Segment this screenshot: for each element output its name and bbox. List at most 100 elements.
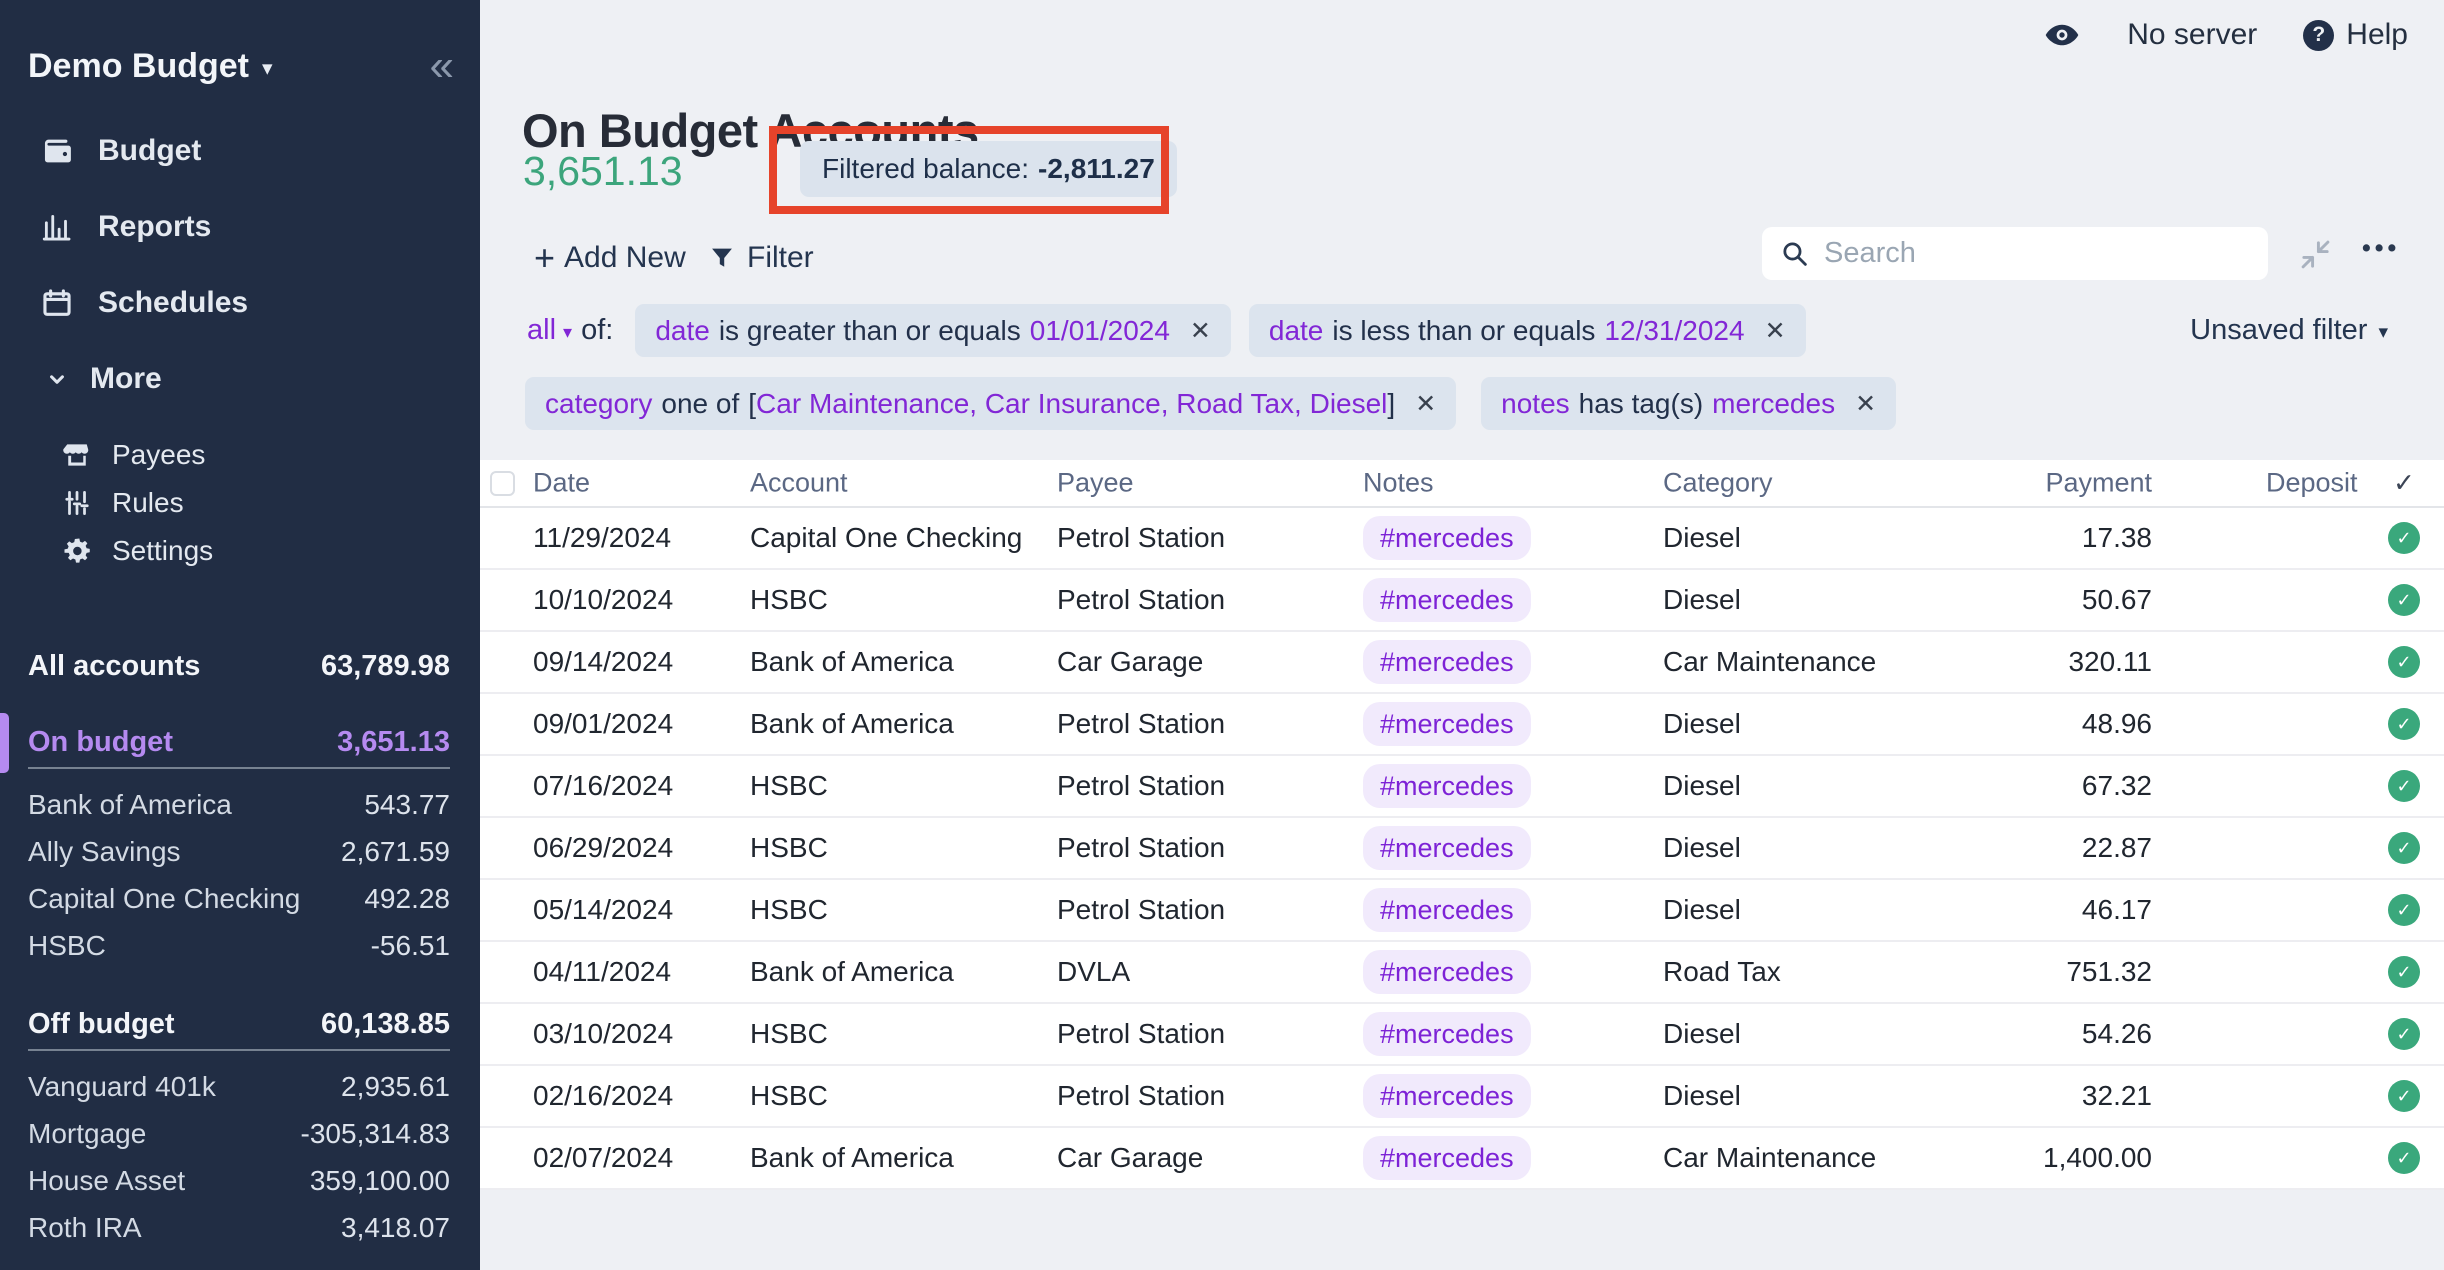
transaction-payment: 320.11 — [1860, 646, 2152, 678]
transaction-row[interactable]: 05/14/2024 HSBC Petrol Station #mercedes… — [480, 880, 2444, 942]
sidebar-item-settings[interactable]: Settings — [0, 528, 480, 574]
note-tag[interactable]: #mercedes — [1363, 888, 1531, 932]
transaction-row[interactable]: 02/07/2024 Bank of America Car Garage #m… — [480, 1128, 2444, 1190]
transaction-payee: Car Garage — [1057, 1142, 1203, 1174]
transaction-row[interactable]: 03/10/2024 HSBC Petrol Station #mercedes… — [480, 1004, 2444, 1066]
sidebar-item-budget[interactable]: Budget — [0, 128, 480, 174]
sidebar-account-item[interactable]: Roth IRA 3,418.07 — [0, 1204, 480, 1251]
sidebar-item-reports[interactable]: Reports — [0, 204, 480, 250]
collapse-transactions-icon[interactable] — [2298, 237, 2333, 272]
filter-condition-chip[interactable]: date is less than or equals 12/31/2024 ✕ — [1249, 304, 1806, 357]
filter-operator: one of — [661, 388, 739, 420]
remove-filter-icon[interactable]: ✕ — [1190, 316, 1211, 346]
sidebar-account-item[interactable]: HSBC -56.51 — [0, 922, 480, 969]
cleared-check-icon[interactable]: ✓ — [2388, 956, 2420, 988]
note-tag[interactable]: #mercedes — [1363, 764, 1531, 808]
off-budget-row[interactable]: Off budget 60,138.85 — [0, 1001, 480, 1047]
transaction-row[interactable]: 04/11/2024 Bank of America DVLA #mercede… — [480, 942, 2444, 1004]
transaction-row[interactable]: 09/01/2024 Bank of America Petrol Statio… — [480, 694, 2444, 756]
sidebar-account-item[interactable]: Capital One Checking 492.28 — [0, 875, 480, 922]
add-new-button[interactable]: + Add New — [534, 238, 686, 278]
transaction-category: Diesel — [1663, 522, 1741, 554]
filter-condition-chip[interactable]: category one of [Car Maintenance, Car In… — [525, 377, 1456, 430]
note-tag[interactable]: #mercedes — [1363, 826, 1531, 870]
cleared-check-icon[interactable]: ✓ — [2388, 1142, 2420, 1174]
server-status-button[interactable]: No server — [2127, 18, 2257, 52]
eye-icon — [2043, 16, 2081, 54]
transaction-row[interactable]: 10/10/2024 HSBC Petrol Station #mercedes… — [480, 570, 2444, 632]
remove-filter-icon[interactable]: ✕ — [1765, 316, 1786, 346]
chevron-down-icon: ▾ — [262, 52, 273, 81]
on-budget-row[interactable]: On budget 3,651.13 — [0, 719, 480, 765]
transaction-date: 07/16/2024 — [533, 770, 673, 802]
transaction-row[interactable]: 02/16/2024 HSBC Petrol Station #mercedes… — [480, 1066, 2444, 1128]
account-balance: 492.28 — [364, 883, 450, 915]
column-header-deposit: Deposit — [2266, 468, 2358, 499]
select-all-checkbox[interactable] — [490, 471, 515, 496]
note-tag[interactable]: #mercedes — [1363, 1074, 1531, 1118]
sidebar-item-payees[interactable]: Payees — [0, 432, 480, 478]
transaction-row[interactable]: 11/29/2024 Capital One Checking Petrol S… — [480, 508, 2444, 570]
unsaved-filter-dropdown[interactable]: Unsaved filter ▾ — [2190, 304, 2388, 357]
column-header-cleared: ✓ — [2382, 468, 2426, 499]
note-tag[interactable]: #mercedes — [1363, 578, 1531, 622]
remove-filter-icon[interactable]: ✕ — [1855, 389, 1876, 419]
search-input[interactable] — [1822, 236, 2250, 271]
filter-condition-chip[interactable]: notes has tag(s) mercedes ✕ — [1481, 377, 1896, 430]
help-button[interactable]: ? Help — [2303, 18, 2408, 52]
filtered-balance-pill: Filtered balance: -2,811.27 — [800, 141, 1177, 197]
transaction-account: HSBC — [750, 770, 828, 802]
privacy-eye-button[interactable] — [2043, 16, 2081, 54]
cleared-check-icon[interactable]: ✓ — [2388, 832, 2420, 864]
cleared-check-icon[interactable]: ✓ — [2388, 646, 2420, 678]
note-tag[interactable]: #mercedes — [1363, 516, 1531, 560]
note-tag[interactable]: #mercedes — [1363, 1136, 1531, 1180]
more-options-button[interactable]: ••• — [2362, 234, 2400, 263]
transaction-account: HSBC — [750, 584, 828, 616]
transaction-payment: 67.32 — [1860, 770, 2152, 802]
cleared-check-icon[interactable]: ✓ — [2388, 708, 2420, 740]
filter-field: date — [655, 315, 710, 347]
transaction-payee: Car Garage — [1057, 646, 1203, 678]
sidebar-account-item[interactable]: Ally Savings 2,671.59 — [0, 828, 480, 875]
transaction-row[interactable]: 09/14/2024 Bank of America Car Garage #m… — [480, 632, 2444, 694]
app-window: Demo Budget ▾ « Budget Reports — [0, 0, 2444, 1270]
transaction-row[interactable]: 06/29/2024 HSBC Petrol Station #mercedes… — [480, 818, 2444, 880]
note-tag[interactable]: #mercedes — [1363, 950, 1531, 994]
sidebar-item-label: Schedules — [98, 286, 248, 320]
note-tag[interactable]: #mercedes — [1363, 640, 1531, 684]
sidebar-item-schedules[interactable]: Schedules — [0, 280, 480, 326]
sidebar-account-item[interactable]: Mortgage -305,314.83 — [0, 1110, 480, 1157]
remove-filter-icon[interactable]: ✕ — [1415, 389, 1436, 419]
sidebar-item-more[interactable]: More — [0, 356, 480, 402]
transaction-account: Bank of America — [750, 956, 954, 988]
cleared-check-icon[interactable]: ✓ — [2388, 1080, 2420, 1112]
filter-field: category — [545, 388, 652, 420]
all-accounts-row[interactable]: All accounts 63,789.98 — [0, 643, 480, 689]
filter-match-value: all — [527, 314, 556, 347]
filter-button[interactable]: Filter — [708, 238, 814, 278]
note-tag[interactable]: #mercedes — [1363, 1012, 1531, 1056]
cleared-check-icon[interactable]: ✓ — [2388, 584, 2420, 616]
sidebar-account-item[interactable]: Vanguard 401k 2,935.61 — [0, 1063, 480, 1110]
cleared-check-icon[interactable]: ✓ — [2388, 522, 2420, 554]
budget-switcher[interactable]: Demo Budget ▾ — [28, 47, 273, 86]
filter-condition-chip[interactable]: date is greater than or equals 01/01/202… — [635, 304, 1231, 357]
sidebar-account-item[interactable]: Bank of America 543.77 — [0, 781, 480, 828]
transaction-category: Car Maintenance — [1663, 646, 1876, 678]
sidebar-collapse-button[interactable]: « — [430, 44, 454, 88]
transaction-row[interactable]: 07/16/2024 HSBC Petrol Station #mercedes… — [480, 756, 2444, 818]
cleared-check-icon[interactable]: ✓ — [2388, 894, 2420, 926]
sidebar-item-rules[interactable]: Rules — [0, 480, 480, 526]
filter-match-dropdown[interactable]: all ▾ — [527, 314, 572, 347]
filter-operator: is greater than or equals — [719, 315, 1021, 347]
transaction-account: HSBC — [750, 832, 828, 864]
cleared-check-icon[interactable]: ✓ — [2388, 1018, 2420, 1050]
note-tag[interactable]: #mercedes — [1363, 702, 1531, 746]
account-balance: -305,314.83 — [301, 1118, 450, 1150]
cleared-check-icon[interactable]: ✓ — [2388, 770, 2420, 802]
account-balance: 2,935.61 — [341, 1071, 450, 1103]
wallet-icon — [40, 134, 74, 168]
transaction-account: Bank of America — [750, 646, 954, 678]
sidebar-account-item[interactable]: House Asset 359,100.00 — [0, 1157, 480, 1204]
